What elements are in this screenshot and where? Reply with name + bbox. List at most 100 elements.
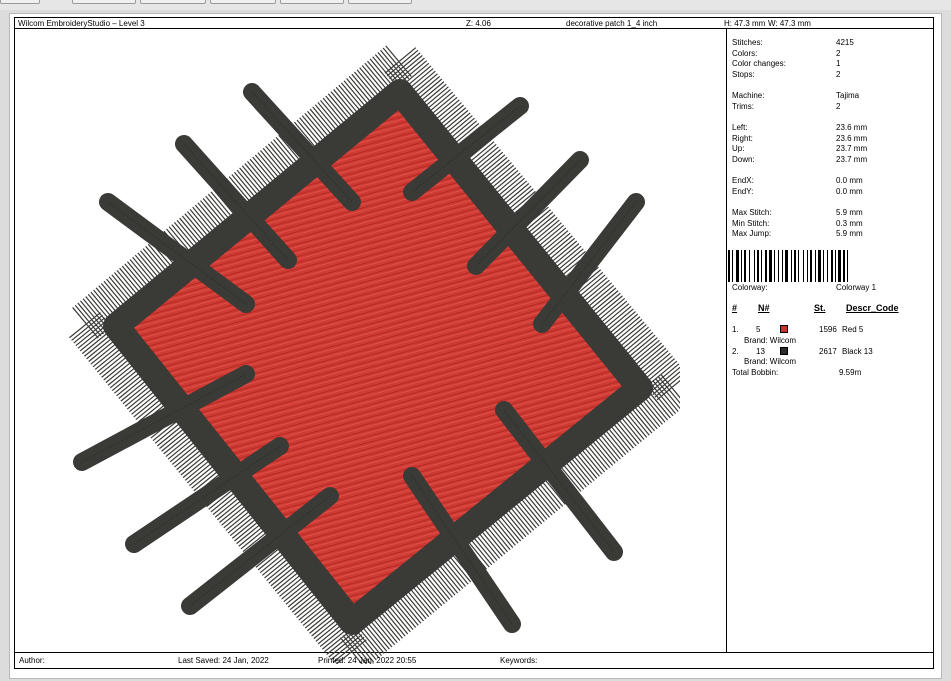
last-saved: Last Saved: 24 Jan, 2022 — [178, 656, 269, 665]
colorway-value: Colorway 1 — [836, 283, 877, 292]
toolbar-button[interactable] — [0, 0, 40, 4]
stops-value: 2 — [836, 70, 841, 79]
design-width: W: 47.3 mm — [768, 19, 811, 28]
design-height: H: 47.3 mm — [724, 19, 766, 28]
barcode-bar — [744, 250, 746, 282]
machine-value: Tajima — [836, 91, 860, 100]
barcode-bar — [761, 250, 762, 282]
barcode-bar — [791, 250, 792, 282]
embroidery-design-preview — [60, 34, 680, 664]
toolbar-button[interactable] — [72, 0, 136, 4]
left-value: 23.6 mm — [836, 123, 868, 132]
max-jump-label: Max Jump: — [732, 229, 772, 238]
info-panel-divider — [726, 28, 727, 652]
row-2-brand: Brand: Wilcom — [744, 357, 797, 366]
row-1-needle: 5 — [756, 325, 761, 334]
barcode-bar — [818, 250, 821, 282]
toolbar-button[interactable] — [280, 0, 344, 4]
trims-value: 2 — [836, 102, 841, 111]
down-label: Down: — [732, 155, 755, 164]
endx-label: EndX: — [732, 176, 754, 185]
min-stitch-value: 0.3 mm — [836, 219, 863, 228]
barcode-bar — [831, 250, 833, 282]
max-stitch-value: 5.9 mm — [836, 208, 863, 217]
col-header-index: # — [732, 303, 738, 313]
row-2-needle: 13 — [756, 347, 765, 356]
row-1-description: Red 5 — [842, 325, 864, 334]
up-label: Up: — [732, 144, 745, 153]
right-label: Right: — [732, 134, 753, 143]
barcode-bar — [827, 250, 828, 282]
design-name: decorative patch 1_4 inch — [566, 19, 658, 28]
colors-label: Colors: — [732, 49, 758, 58]
barcode-bar — [769, 250, 772, 282]
right-value: 23.6 mm — [836, 134, 868, 143]
down-value: 23.7 mm — [836, 155, 868, 164]
endy-value: 0.0 mm — [836, 187, 863, 196]
keywords-label: Keywords: — [500, 656, 538, 665]
barcode-bar — [736, 250, 739, 282]
barcode-bar — [807, 250, 808, 282]
barcode-bar — [774, 250, 775, 282]
col-header-description: Descr_Code — [846, 303, 899, 313]
colors-value: 2 — [836, 49, 841, 58]
row-2-description: Black 13 — [842, 347, 873, 356]
row-1-color-swatch — [780, 325, 788, 333]
barcode-image — [728, 250, 848, 282]
barcode-bar — [741, 250, 742, 282]
col-header-stitches: St. — [814, 303, 826, 313]
author-label: Author: — [19, 656, 45, 665]
barcode-bar — [728, 250, 730, 282]
row-2-stitches: 2617 — [819, 347, 837, 356]
barcode-bar — [778, 250, 779, 282]
barcode-bar — [798, 250, 799, 282]
color-changes-label: Color changes: — [732, 59, 786, 68]
barcode-bar — [794, 250, 796, 282]
total-bobbin-label: Total Bobbin: — [732, 368, 779, 377]
col-header-needle: N# — [758, 303, 770, 313]
header-divider — [14, 28, 934, 29]
barcode-bar — [749, 250, 750, 282]
barcode-bar — [803, 250, 804, 282]
stitches-value: 4215 — [836, 38, 854, 47]
barcode-bar — [782, 250, 783, 282]
row-2-index: 2. — [732, 347, 739, 356]
barcode-bar — [732, 250, 733, 282]
barcode-bar — [810, 250, 812, 282]
barcode-bar — [838, 250, 841, 282]
max-stitch-label: Max Stitch: — [732, 208, 772, 217]
barcode-bar — [835, 250, 836, 282]
row-2-color-swatch — [780, 347, 788, 355]
barcode-bar — [754, 250, 755, 282]
app-title: Wilcom EmbroideryStudio – Level 3 — [18, 19, 145, 28]
machine-label: Machine: — [732, 91, 765, 100]
up-value: 23.7 mm — [836, 144, 868, 153]
toolbar-button[interactable] — [210, 0, 276, 4]
barcode-bar — [823, 250, 824, 282]
printed-date: Printed: 24 Jan, 2022 20:55 — [318, 656, 417, 665]
barcode-bar — [815, 250, 816, 282]
stops-label: Stops: — [732, 70, 755, 79]
zoom-readout: Z: 4.06 — [466, 19, 491, 28]
toolbar — [0, 0, 951, 10]
max-jump-value: 5.9 mm — [836, 229, 863, 238]
min-stitch-label: Min Stitch: — [732, 219, 770, 228]
embroidery-design — [64, 40, 680, 664]
barcode-bar — [847, 250, 848, 282]
toolbar-button[interactable] — [348, 0, 412, 4]
barcode-bar — [843, 250, 845, 282]
colorway-label: Colorway: — [732, 283, 768, 292]
print-preview-page: Wilcom EmbroideryStudio – Level 3 Z: 4.0… — [10, 14, 941, 678]
endx-value: 0.0 mm — [836, 176, 863, 185]
endy-label: EndY: — [732, 187, 754, 196]
toolbar-button[interactable] — [140, 0, 206, 4]
barcode-bar — [765, 250, 767, 282]
total-bobbin-value: 9.59m — [839, 368, 862, 377]
row-1-brand: Brand: Wilcom — [744, 336, 797, 345]
row-1-stitches: 1596 — [819, 325, 837, 334]
trims-label: Trims: — [732, 102, 754, 111]
color-changes-value: 1 — [836, 59, 841, 68]
left-label: Left: — [732, 123, 748, 132]
stitches-label: Stitches: — [732, 38, 763, 47]
barcode-bar — [757, 250, 759, 282]
